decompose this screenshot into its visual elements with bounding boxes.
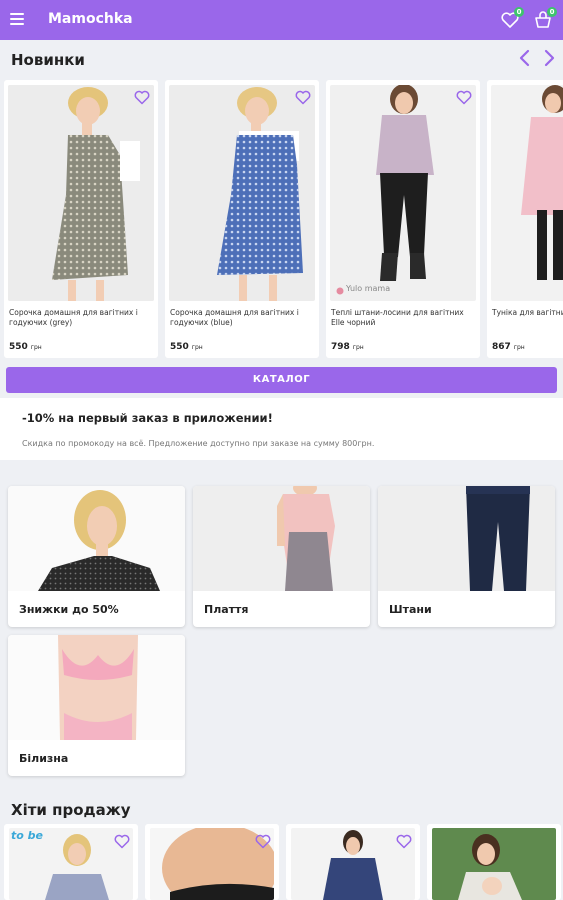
category-label: Знижки до 50% — [19, 603, 119, 616]
product-image: Yulo mama — [330, 85, 476, 301]
carousel-prev-icon[interactable] — [518, 49, 532, 67]
product-watermark: Yulo mama — [346, 284, 391, 293]
category-image — [8, 635, 185, 740]
product-name: Туніка для вагітних "ніжний сезон" — [492, 308, 563, 317]
promo-banner[interactable]: -10% на первый заказ в приложении! Скидк… — [0, 398, 563, 460]
promo-text: Скидка по промокоду на всё. Предложение … — [22, 439, 375, 448]
product-card[interactable]: Yulo mama Теплі штани-лосини для вагітни… — [326, 80, 480, 358]
favorite-heart-icon[interactable] — [255, 834, 271, 849]
product-price: 867 грн — [492, 342, 525, 352]
category-card-dresses[interactable]: Плаття — [193, 486, 370, 627]
promo-title: -10% на первый заказ в приложении! — [22, 411, 273, 425]
product-price: 798 грн — [331, 342, 364, 352]
favorite-heart-icon[interactable] — [456, 90, 472, 105]
category-label: Плаття — [204, 603, 249, 616]
brand-logo: to be — [11, 829, 43, 842]
cart-icon[interactable]: 0 — [533, 7, 557, 30]
product-card[interactable] — [145, 824, 279, 900]
category-card-lingerie[interactable]: Білизна — [8, 635, 185, 776]
favorites-badge: 0 — [514, 7, 524, 17]
product-card[interactable]: Сорочка домашня для вагітних і годуючих … — [4, 80, 158, 358]
bestsellers-title: Хіти продажу — [11, 801, 131, 819]
bestsellers-carousel[interactable]: to be — [4, 824, 563, 900]
product-card[interactable] — [286, 824, 420, 900]
product-name: Сорочка домашня для вагітних і годуючих … — [170, 308, 299, 327]
favorite-heart-icon[interactable] — [114, 834, 130, 849]
product-card[interactable]: to be — [4, 824, 138, 900]
category-label: Штани — [389, 603, 432, 616]
category-image — [193, 486, 370, 591]
catalog-button[interactable]: КАТАЛОГ — [6, 367, 557, 393]
product-image — [432, 828, 556, 900]
product-image — [169, 85, 315, 301]
favorite-heart-icon[interactable] — [396, 834, 412, 849]
new-products-carousel[interactable]: Сорочка домашня для вагітних і годуючих … — [4, 80, 563, 360]
new-section-title: Новинки — [11, 51, 85, 69]
product-card[interactable]: Туніка для вагітних "ніжний сезон" 867гр… — [487, 80, 563, 358]
product-name: Сорочка домашня для вагітних і годуючих … — [9, 308, 138, 327]
category-card-pants[interactable]: Штани — [378, 486, 555, 627]
product-card[interactable] — [427, 824, 561, 900]
cart-badge: 0 — [547, 7, 557, 17]
product-card[interactable]: Сорочка домашня для вагітних і годуючих … — [165, 80, 319, 358]
category-card-sale[interactable]: Знижки до 50% — [8, 486, 185, 627]
product-image — [8, 85, 154, 301]
product-image — [491, 85, 563, 301]
category-image — [8, 486, 185, 591]
menu-icon[interactable] — [10, 13, 24, 25]
app-title: Mamochka — [48, 11, 133, 27]
product-price: 550 грн — [9, 342, 42, 352]
app-bar: Mamochka 0 0 — [0, 0, 563, 40]
favorites-icon[interactable]: 0 — [500, 7, 524, 30]
carousel-next-icon[interactable] — [542, 49, 556, 67]
category-label: Білизна — [19, 752, 69, 765]
favorite-heart-icon[interactable] — [295, 90, 311, 105]
product-price: 550 грн — [170, 342, 203, 352]
category-image — [378, 486, 555, 591]
product-name: Теплі штани-лосини для вагітних Elle чор… — [331, 308, 464, 327]
favorite-heart-icon[interactable] — [134, 90, 150, 105]
